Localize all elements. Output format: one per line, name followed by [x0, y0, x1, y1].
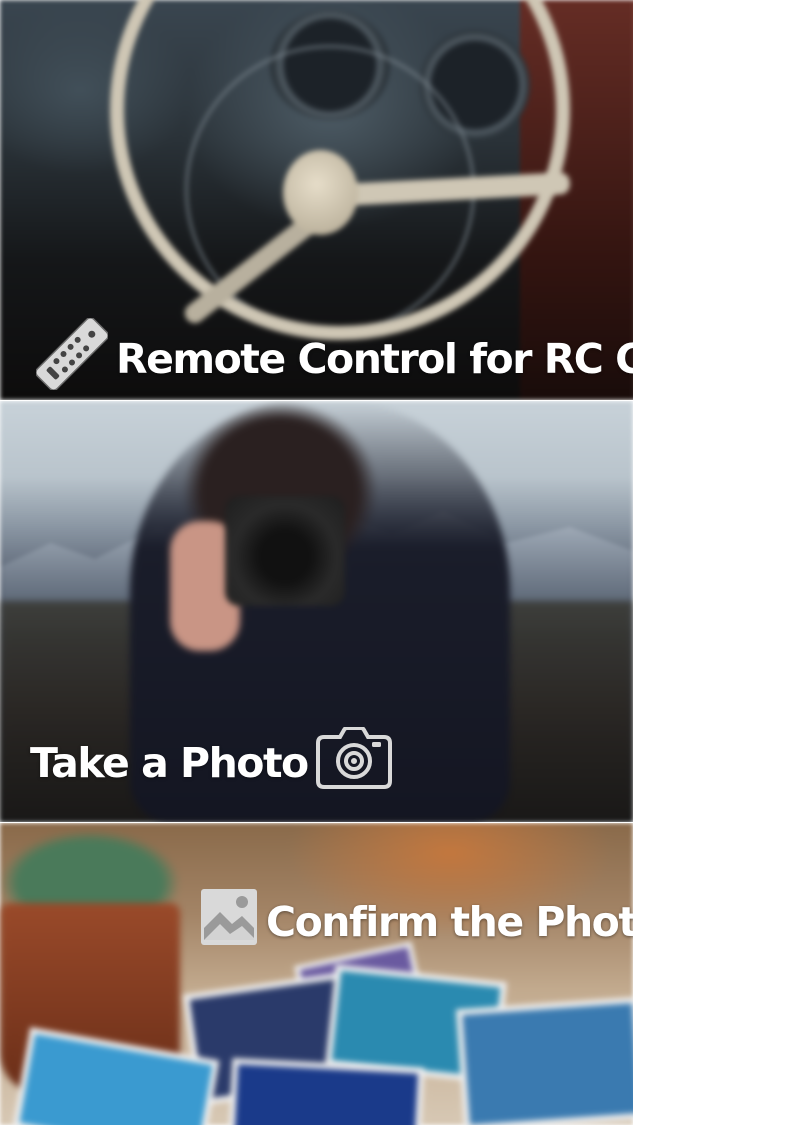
menu-item-confirm-photo[interactable]: Confirm the Photo [0, 823, 633, 1125]
menu-item-remote-control-label: Remote Control for RC Car [35, 317, 633, 400]
menu-item-take-photo[interactable]: Take a Photo [0, 401, 633, 822]
remote-control-icon [35, 317, 109, 400]
menu-item-confirm-photo-text: Confirm the Photo [266, 898, 633, 946]
photos-table-background-image [0, 823, 633, 1125]
menu-screen: { "menu": { "items": [ { "label": "Remot… [0, 0, 809, 1125]
menu-item-remote-control-text: Remote Control for RC Car [116, 335, 633, 383]
menu-item-remote-control[interactable]: Remote Control for RC Car [0, 0, 633, 400]
menu-item-confirm-photo-label: Confirm the Photo [200, 888, 633, 956]
menu-item-take-photo-label: Take a Photo [30, 726, 392, 799]
camera-icon [315, 726, 392, 799]
image-icon [200, 888, 258, 956]
menu-item-take-photo-text: Take a Photo [30, 739, 309, 787]
